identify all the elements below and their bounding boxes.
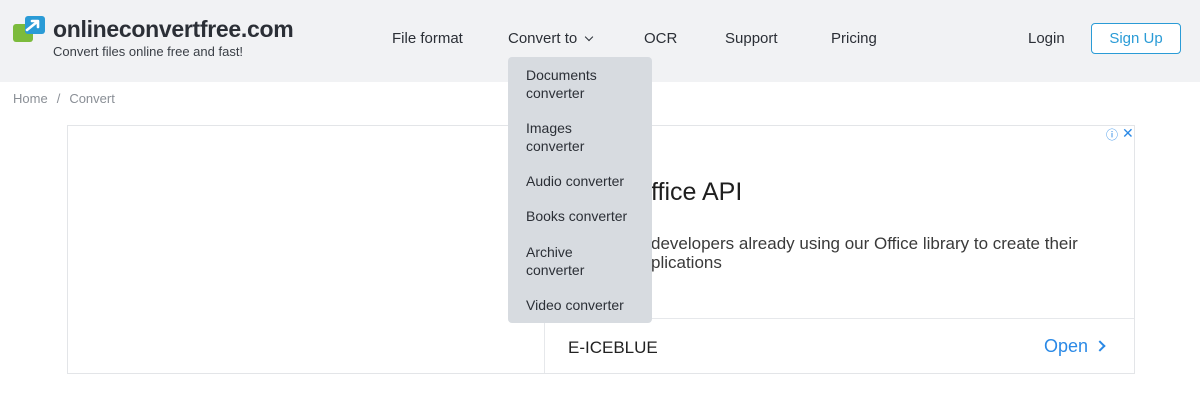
dropdown-item-label: Books converter <box>526 208 628 224</box>
dropdown-item-label: Archive <box>526 244 573 260</box>
dropdown-item-label: converter <box>526 262 585 278</box>
dropdown-item-label: Audio converter <box>526 173 625 189</box>
nav-file-format[interactable]: File format <box>392 30 463 47</box>
ad-open-button[interactable]: Open <box>1044 336 1106 357</box>
signup-button[interactable]: Sign Up <box>1091 23 1181 54</box>
nav-convert-to-label: Convert to <box>508 30 578 47</box>
nav-pricing[interactable]: Pricing <box>831 30 877 47</box>
nav-convert-to[interactable]: Convert to <box>508 30 594 47</box>
breadcrumb-separator: / <box>56 91 61 106</box>
nav-support[interactable]: Support <box>725 30 778 47</box>
dropdown-item-label: converter <box>526 85 585 101</box>
dropdown-item-audio[interactable]: Audio converter <box>526 172 624 190</box>
ad-title: ffice API <box>651 178 743 206</box>
nav-ocr[interactable]: OCR <box>644 30 677 47</box>
breadcrumb: Home / Convert <box>13 91 115 106</box>
dropdown-item-documents[interactable]: Documents converter <box>526 66 597 102</box>
breadcrumb-current[interactable]: Convert <box>69 91 115 106</box>
chevron-right-icon <box>1094 340 1106 352</box>
dropdown-item-video[interactable]: Video converter <box>526 296 624 314</box>
dropdown-item-books[interactable]: Books converter <box>526 207 627 225</box>
dropdown-item-label: Images <box>526 120 572 136</box>
dropdown-item-images[interactable]: Images converter <box>526 119 584 155</box>
ad-close-icon[interactable]: ✕ <box>1122 125 1134 142</box>
dropdown-item-archive[interactable]: Archive converter <box>526 243 584 279</box>
ad-open-label: Open <box>1044 336 1089 356</box>
logo-title: onlineconvertfree.com <box>53 16 294 42</box>
ad-brand: E-ICEBLUE <box>568 338 658 357</box>
logo-subtitle: Convert files online free and fast! <box>53 44 244 59</box>
logo-icon <box>13 16 45 42</box>
dropdown-item-label: Documents <box>526 67 597 83</box>
login-link[interactable]: Login <box>1028 30 1065 47</box>
ad-info-icon[interactable]: ⓘ <box>1106 126 1118 143</box>
logo[interactable]: onlineconvertfree.com Convert files onli… <box>13 15 313 65</box>
dropdown-item-label: Video converter <box>526 297 624 313</box>
chevron-down-icon <box>584 32 594 42</box>
dropdown-item-label: converter <box>526 138 585 154</box>
ad-description: developers already using our Office libr… <box>651 234 1078 272</box>
convert-to-dropdown: Documents converter Images converter Aud… <box>508 57 652 323</box>
breadcrumb-home[interactable]: Home <box>13 91 48 106</box>
